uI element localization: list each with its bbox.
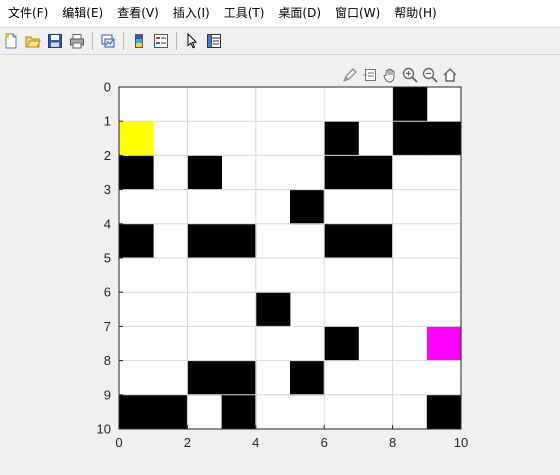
wall-cell <box>426 121 462 156</box>
heatmap-axes[interactable]: 0 2 4 6 8 10 0 1 2 3 4 5 6 7 8 9 10 <box>0 0 560 475</box>
y-tick-label: 2 <box>104 148 111 163</box>
wall-cell <box>392 87 428 122</box>
y-tick-label: 0 <box>104 80 111 95</box>
wall-cell <box>290 360 325 396</box>
x-tick-label: 10 <box>454 435 468 450</box>
wall-cell <box>358 155 393 190</box>
wall-cell <box>426 394 462 430</box>
wall-cell <box>255 292 291 327</box>
wall-cell <box>392 121 428 156</box>
y-tick-label: 7 <box>104 319 111 334</box>
y-tick-label: 6 <box>104 285 111 300</box>
wall-cell <box>324 326 359 361</box>
wall-cell <box>324 223 359 259</box>
x-tick-label: 2 <box>184 435 191 450</box>
y-tick-label: 4 <box>104 216 111 231</box>
wall-cell <box>119 394 154 430</box>
wall-cell <box>119 223 154 259</box>
wall-cell <box>153 394 188 430</box>
wall-cell <box>187 360 222 396</box>
wall-cell <box>324 155 359 190</box>
y-tick-label: 1 <box>104 114 111 129</box>
wall-cell <box>324 121 359 156</box>
goal-cell <box>426 326 462 361</box>
wall-cell <box>187 155 222 190</box>
wall-cell <box>221 394 257 430</box>
x-tick-label: 0 <box>115 435 122 450</box>
x-tick-label: 6 <box>321 435 328 450</box>
x-tick-label: 8 <box>389 435 396 450</box>
y-tick-label: 8 <box>104 353 111 368</box>
wall-cell <box>358 223 393 259</box>
wall-cell <box>290 189 325 225</box>
start-cell <box>119 121 154 156</box>
y-tick-label: 9 <box>104 387 111 402</box>
x-tick-label: 4 <box>252 435 259 450</box>
y-tick-label: 5 <box>104 251 111 266</box>
wall-cell <box>187 223 222 259</box>
wall-cell <box>221 223 257 259</box>
y-tick-label: 3 <box>104 182 111 197</box>
y-tick-label: 10 <box>97 422 111 437</box>
wall-cell <box>119 155 154 190</box>
wall-cell <box>221 360 257 396</box>
